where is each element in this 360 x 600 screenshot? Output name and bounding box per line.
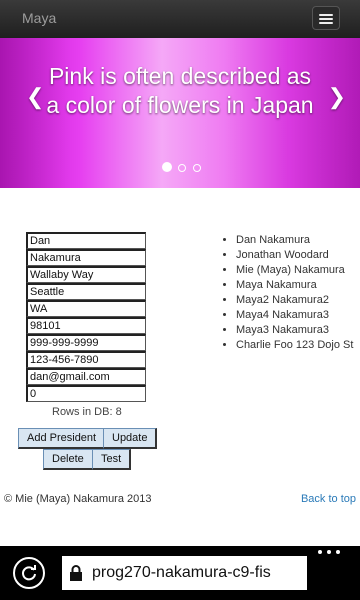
- list-item: Mie (Maya) Nakamura: [236, 263, 353, 278]
- test-button[interactable]: Test: [92, 449, 132, 470]
- hamburger-icon: [319, 14, 333, 16]
- refresh-icon: [22, 565, 36, 581]
- carousel-indicator-3[interactable]: [192, 164, 201, 172]
- carousel-indicator-2[interactable]: [178, 164, 187, 172]
- delete-button[interactable]: Delete: [43, 449, 94, 470]
- list-item: Charlie Foo 123 Dojo St: [236, 338, 353, 353]
- hamburger-icon-bar: [319, 22, 333, 24]
- dot: [336, 550, 340, 554]
- first-name-field[interactable]: [26, 232, 146, 249]
- brand-link[interactable]: Maya: [22, 10, 56, 26]
- carousel-indicators: [162, 159, 203, 173]
- zip-field[interactable]: [26, 317, 146, 334]
- top-navbar: Maya: [0, 0, 360, 39]
- list-item: Dan Nakamura: [236, 233, 353, 248]
- browser-toolbar: prog270-nakamura-c9-fis: [0, 546, 360, 600]
- carousel-next-chevron-icon[interactable]: ❯: [328, 86, 346, 108]
- hamburger-icon-bar: [319, 18, 333, 20]
- menu-toggle-button[interactable]: [312, 6, 340, 30]
- carousel-indicator-1[interactable]: [162, 162, 172, 173]
- more-menu-icon[interactable]: [318, 550, 340, 556]
- address-url: prog270-nakamura-c9-fis: [92, 564, 271, 581]
- id-field[interactable]: [26, 385, 146, 402]
- last-name-field[interactable]: [26, 249, 146, 266]
- president-list: Dan Nakamura Jonathan Woodard Mie (Maya)…: [224, 233, 353, 353]
- dot: [318, 550, 322, 554]
- office-phone-field[interactable]: [26, 351, 146, 368]
- home-phone-field[interactable]: [26, 334, 146, 351]
- president-form: [26, 232, 146, 402]
- image-carousel: Pink is often described as a color of fl…: [0, 38, 360, 188]
- carousel-prev-chevron-icon[interactable]: ❮: [26, 86, 44, 108]
- email-field[interactable]: [26, 368, 146, 385]
- state-field[interactable]: [26, 300, 146, 317]
- list-item: Maya3 Nakamura3: [236, 323, 353, 338]
- copyright-text: © Mie (Maya) Nakamura 2013: [4, 493, 152, 505]
- rows-count: Rows in DB: 8: [52, 406, 122, 418]
- refresh-button[interactable]: [13, 557, 45, 589]
- list-item: Jonathan Woodard: [236, 248, 353, 263]
- city-field[interactable]: [26, 283, 146, 300]
- update-button[interactable]: Update: [103, 428, 158, 449]
- lock-icon: [70, 565, 82, 581]
- carousel-caption: Pink is often described as a color of fl…: [46, 63, 314, 118]
- add-president-button[interactable]: Add President: [18, 428, 107, 449]
- address-bar[interactable]: prog270-nakamura-c9-fis: [62, 556, 307, 590]
- dot: [327, 550, 331, 554]
- street-field[interactable]: [26, 266, 146, 283]
- list-item: Maya4 Nakamura3: [236, 308, 353, 323]
- back-to-top-link[interactable]: Back to top: [301, 493, 356, 505]
- list-item: Maya Nakamura: [236, 278, 353, 293]
- list-item: Maya2 Nakamura2: [236, 293, 353, 308]
